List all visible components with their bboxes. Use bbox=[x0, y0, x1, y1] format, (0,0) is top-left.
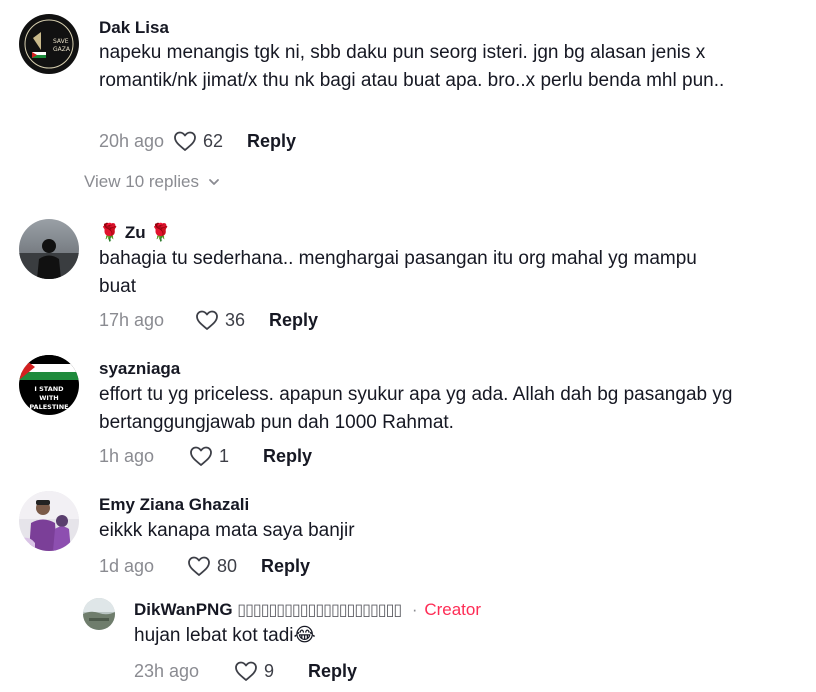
avatar-text: I STAND bbox=[34, 385, 64, 393]
reply-button[interactable]: Reply bbox=[247, 131, 296, 152]
comment-text: napeku menangis tgk ni, sbb daku pun seo… bbox=[99, 42, 725, 91]
like-count: 80 bbox=[217, 555, 238, 576]
comment-text: hujan lebat kot tadi😂 bbox=[134, 625, 316, 646]
username[interactable]: Emy Ziana Ghazali bbox=[99, 495, 249, 515]
timestamp: 23h ago bbox=[134, 660, 200, 681]
reply-button[interactable]: Reply bbox=[261, 556, 310, 577]
avatar[interactable] bbox=[19, 491, 79, 551]
timestamp: 20h ago bbox=[99, 130, 165, 151]
like-button[interactable]: 36 bbox=[195, 309, 265, 331]
like-button[interactable]: 1 bbox=[189, 445, 259, 467]
username-glyphs: ▯▯▯▯▯▯▯▯▯▯▯▯▯▯▯▯▯▯▯▯▯ bbox=[237, 602, 402, 619]
username[interactable]: Dak Lisa bbox=[99, 18, 169, 38]
heart-icon bbox=[188, 556, 210, 576]
avatar-text: GAZA bbox=[53, 46, 71, 53]
like-button[interactable]: 62 bbox=[173, 130, 243, 152]
timestamp: 17h ago bbox=[99, 309, 165, 330]
like-count: 62 bbox=[203, 130, 224, 151]
timestamp: 1d ago bbox=[99, 555, 155, 576]
separator-dot: · bbox=[411, 600, 418, 619]
heart-icon bbox=[235, 661, 257, 681]
username-text: Zu bbox=[124, 223, 146, 242]
heart-icon bbox=[174, 131, 196, 151]
avatar-text: PALESTINE bbox=[29, 403, 68, 411]
comment-text: bahagia tu sederhana.. menghargai pasang… bbox=[99, 248, 697, 297]
rose-icon: 🌹 bbox=[99, 223, 121, 242]
timestamp: 1h ago bbox=[99, 445, 155, 466]
like-count: 1 bbox=[219, 445, 230, 466]
like-button[interactable]: 80 bbox=[187, 555, 257, 577]
avatar-text: SAVE bbox=[53, 38, 69, 45]
reply-button[interactable]: Reply bbox=[308, 661, 357, 682]
chevron-down-icon bbox=[209, 179, 219, 185]
comment-meta: 1d ago 80 Reply bbox=[99, 553, 310, 579]
avatar[interactable] bbox=[19, 219, 79, 279]
like-button[interactable]: 9 bbox=[234, 660, 304, 682]
avatar-text: WITH bbox=[39, 394, 58, 402]
view-replies-label: View 10 replies bbox=[84, 172, 199, 191]
like-count: 9 bbox=[264, 660, 275, 681]
reply-button[interactable]: Reply bbox=[263, 446, 312, 467]
avatar[interactable]: I STAND WITH PALESTINE bbox=[19, 355, 79, 415]
comment-meta: 20h ago 62 Reply bbox=[99, 128, 296, 154]
username[interactable]: DikWanPNG ▯▯▯▯▯▯▯▯▯▯▯▯▯▯▯▯▯▯▯▯▯ · Creato… bbox=[134, 600, 481, 620]
comment-meta: 23h ago 9 Reply bbox=[134, 658, 357, 684]
heart-icon bbox=[196, 310, 218, 330]
avatar[interactable]: SAVE GAZA bbox=[19, 14, 79, 74]
comment-meta: 1h ago 1 Reply bbox=[99, 443, 312, 469]
comment-meta: 17h ago 36 Reply bbox=[99, 307, 318, 333]
comment-text: effort tu yg priceless. apapun syukur ap… bbox=[99, 384, 733, 433]
username[interactable]: 🌹 Zu 🌹 bbox=[99, 223, 172, 243]
username-text: DikWanPNG bbox=[134, 600, 233, 619]
reply-button[interactable]: Reply bbox=[269, 310, 318, 331]
avatar[interactable] bbox=[83, 598, 115, 630]
creator-badge: Creator bbox=[424, 600, 482, 619]
username[interactable]: syazniaga bbox=[99, 359, 180, 379]
view-replies-button[interactable]: View 10 replies bbox=[84, 172, 221, 192]
comment-text: eikkk kanapa mata saya banjir bbox=[99, 520, 355, 541]
like-count: 36 bbox=[225, 309, 246, 330]
heart-icon bbox=[190, 446, 212, 466]
rose-icon: 🌹 bbox=[150, 223, 172, 242]
